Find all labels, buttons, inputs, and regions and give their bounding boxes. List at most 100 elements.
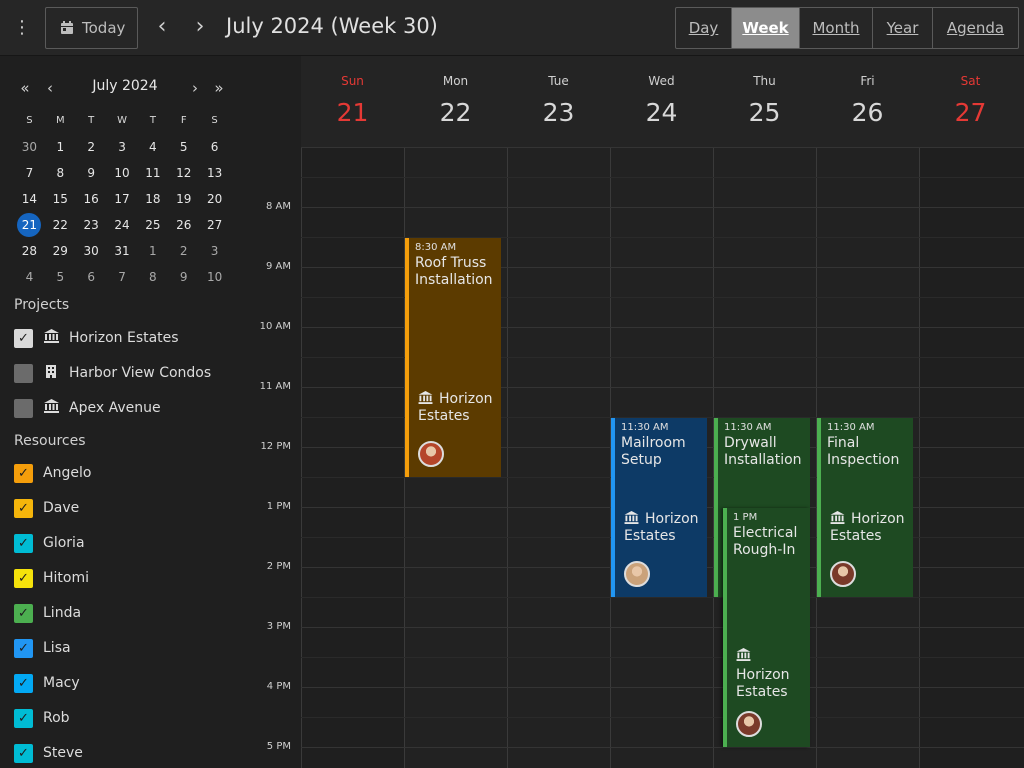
resource-filter-hitomi[interactable]: ✓ Hitomi bbox=[14, 568, 89, 588]
resource-filter-angelo[interactable]: ✓ Angelo bbox=[14, 463, 91, 483]
mini-calendar-day[interactable]: 23 bbox=[76, 212, 107, 238]
avatar[interactable] bbox=[736, 711, 762, 737]
mini-calendar-day[interactable]: 26 bbox=[168, 212, 199, 238]
mini-calendar-day[interactable]: 10 bbox=[107, 160, 138, 186]
checkbox[interactable]: ✓ bbox=[14, 743, 33, 763]
mini-calendar-day[interactable]: 31 bbox=[107, 238, 138, 264]
mini-calendar-day[interactable]: 2 bbox=[76, 134, 107, 160]
day-header-tue[interactable]: Tue 23 bbox=[507, 56, 610, 148]
checkbox[interactable] bbox=[14, 398, 33, 418]
mini-calendar-day[interactable]: 3 bbox=[107, 134, 138, 160]
mini-calendar-day[interactable]: 25 bbox=[137, 212, 168, 238]
mini-calendar-day[interactable]: 22 bbox=[45, 212, 76, 238]
resource-label: Linda bbox=[43, 605, 82, 621]
resource-filter-rob[interactable]: ✓ Rob bbox=[14, 708, 70, 728]
day-header-mon[interactable]: Mon 22 bbox=[404, 56, 507, 148]
mini-calendar-day[interactable]: 30 bbox=[76, 238, 107, 264]
day-header-sun[interactable]: Sun 21 bbox=[301, 56, 404, 148]
checkbox[interactable]: ✓ bbox=[14, 603, 33, 623]
mini-calendar-day[interactable]: 17 bbox=[107, 186, 138, 212]
day-header-sat[interactable]: Sat 27 bbox=[919, 56, 1022, 148]
mini-calendar-day[interactable]: 10 bbox=[199, 264, 230, 290]
checkbox[interactable]: ✓ bbox=[14, 638, 33, 658]
view-switcher: Day Week Month Year Agenda bbox=[675, 7, 1019, 49]
mini-calendar-day[interactable]: 14 bbox=[14, 186, 45, 212]
checkbox[interactable]: ✓ bbox=[14, 463, 33, 483]
avatar[interactable] bbox=[624, 561, 650, 587]
resource-filter-gloria[interactable]: ✓ Gloria bbox=[14, 533, 85, 553]
mini-calendar-day[interactable]: 3 bbox=[199, 238, 230, 264]
resource-filter-dave[interactable]: ✓ Dave bbox=[14, 498, 79, 518]
mini-calendar-day[interactable]: 20 bbox=[199, 186, 230, 212]
avatar[interactable] bbox=[418, 441, 444, 467]
mini-calendar-day[interactable]: 4 bbox=[14, 264, 45, 290]
mini-calendar-day[interactable]: 4 bbox=[137, 134, 168, 160]
mini-calendar-day[interactable]: 24 bbox=[107, 212, 138, 238]
resource-filter-lisa[interactable]: ✓ Lisa bbox=[14, 638, 71, 658]
mini-calendar-day-label: 28 bbox=[21, 244, 38, 258]
mini-calendar-day[interactable]: 21 bbox=[14, 212, 45, 238]
mini-calendar-day[interactable]: 29 bbox=[45, 238, 76, 264]
day-header-fri[interactable]: Fri 26 bbox=[816, 56, 919, 148]
view-button-month[interactable]: Month bbox=[800, 8, 873, 48]
mini-calendar-day[interactable]: 7 bbox=[14, 160, 45, 186]
event-electrical-rough-in[interactable]: 1 PM Electrical Rough-In Horizon Estates bbox=[723, 508, 810, 747]
event-mailroom-setup[interactable]: 11:30 AM Mailroom Setup Horizon Estates bbox=[611, 418, 707, 597]
mini-calendar-day[interactable]: 6 bbox=[199, 134, 230, 160]
mini-calendar-day[interactable]: 5 bbox=[45, 264, 76, 290]
more-vertical-icon[interactable]: ⋮ bbox=[12, 16, 32, 40]
double-chevron-right-icon[interactable]: » bbox=[209, 76, 229, 100]
mini-calendar-day[interactable]: 9 bbox=[168, 264, 199, 290]
view-button-year[interactable]: Year bbox=[873, 8, 933, 48]
checkbox[interactable] bbox=[14, 363, 33, 383]
mini-calendar-day-label: 21 bbox=[21, 218, 38, 232]
resource-filter-linda[interactable]: ✓ Linda bbox=[14, 603, 81, 623]
mini-calendar-day[interactable]: 11 bbox=[137, 160, 168, 186]
resource-filter-steve[interactable]: ✓ Steve bbox=[14, 743, 83, 763]
mini-calendar-day[interactable]: 30 bbox=[14, 134, 45, 160]
mini-calendar-day[interactable]: 12 bbox=[168, 160, 199, 186]
avatar[interactable] bbox=[830, 561, 856, 587]
mini-calendar-day[interactable]: 18 bbox=[137, 186, 168, 212]
project-filter-horizon-estates[interactable]: ✓ Horizon Estates bbox=[14, 328, 179, 348]
day-header-thu[interactable]: Thu 25 bbox=[713, 56, 816, 148]
resource-filter-macy[interactable]: ✓ Macy bbox=[14, 673, 80, 693]
checkbox[interactable]: ✓ bbox=[14, 533, 33, 553]
mini-calendar-day[interactable]: 9 bbox=[76, 160, 107, 186]
checkbox[interactable]: ✓ bbox=[14, 568, 33, 588]
mini-calendar-day[interactable]: 2 bbox=[168, 238, 199, 264]
chevron-right-icon[interactable]: › bbox=[185, 76, 205, 100]
chevron-right-icon[interactable]: › bbox=[188, 12, 212, 42]
project-filter-apex-avenue[interactable]: Apex Avenue bbox=[14, 398, 161, 418]
chevron-left-icon[interactable]: ‹ bbox=[40, 76, 60, 100]
event-roof-truss-installation[interactable]: 8:30 AM Roof Truss Installation Horizon Es… bbox=[405, 238, 501, 477]
mini-calendar-day[interactable]: 28 bbox=[14, 238, 45, 264]
mini-calendar-day[interactable]: 6 bbox=[76, 264, 107, 290]
mini-calendar-day[interactable]: 1 bbox=[137, 238, 168, 264]
mini-calendar-day[interactable]: 13 bbox=[199, 160, 230, 186]
view-button-week[interactable]: Week bbox=[732, 8, 800, 48]
mini-calendar-day[interactable]: 8 bbox=[137, 264, 168, 290]
mini-calendar-day[interactable]: 7 bbox=[107, 264, 138, 290]
mini-calendar-day[interactable]: 1 bbox=[45, 134, 76, 160]
day-header-wed[interactable]: Wed 24 bbox=[610, 56, 713, 148]
view-button-agenda[interactable]: Agenda bbox=[933, 8, 1018, 48]
checkbox[interactable]: ✓ bbox=[14, 673, 33, 693]
mini-calendar-day[interactable]: 8 bbox=[45, 160, 76, 186]
mini-calendar-day[interactable]: 16 bbox=[76, 186, 107, 212]
event-final-inspection[interactable]: 11:30 AM Final Inspection Horizon Estates bbox=[817, 418, 913, 597]
project-filter-harbor-view-condos[interactable]: Harbor View Condos bbox=[14, 363, 211, 383]
mini-calendar-day[interactable]: 27 bbox=[199, 212, 230, 238]
mini-calendar-day[interactable]: 19 bbox=[168, 186, 199, 212]
day-header-date: 27 bbox=[954, 98, 987, 127]
day-column[interactable] bbox=[507, 148, 610, 768]
chevron-left-icon[interactable]: ‹ bbox=[150, 12, 174, 42]
double-chevron-left-icon[interactable]: « bbox=[15, 76, 35, 100]
today-button[interactable]: Today bbox=[45, 7, 138, 49]
mini-calendar-day[interactable]: 15 bbox=[45, 186, 76, 212]
checkbox[interactable]: ✓ bbox=[14, 498, 33, 518]
view-button-day[interactable]: Day bbox=[676, 8, 732, 48]
mini-calendar-day[interactable]: 5 bbox=[168, 134, 199, 160]
checkbox[interactable]: ✓ bbox=[14, 328, 33, 348]
checkbox[interactable]: ✓ bbox=[14, 708, 33, 728]
